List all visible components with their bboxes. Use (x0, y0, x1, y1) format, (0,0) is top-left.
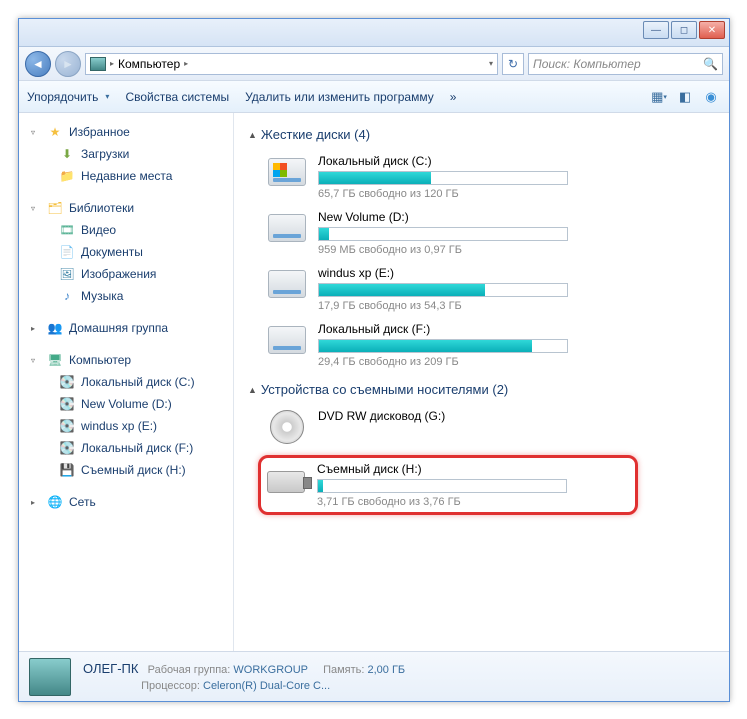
drive-d[interactable]: New Volume (D:) 959 МБ свободно из 0,97 … (266, 210, 715, 256)
collapse-icon: ▲ (248, 130, 257, 140)
chevron-right-icon: ▸ (184, 59, 188, 68)
preview-pane-icon[interactable]: ◧ (675, 88, 695, 106)
usage-bar (318, 171, 568, 185)
music-icon: ♪ (59, 288, 75, 304)
computer-icon: 🖥 (47, 352, 63, 368)
dvd-icon (270, 410, 304, 444)
hdd-icon (268, 158, 306, 186)
sidebar-homegroup[interactable]: ▸👥Домашняя группа (31, 317, 221, 339)
sidebar: ▿★Избранное ⬇Загрузки 📁Недавние места ▿🗂… (19, 113, 234, 651)
sidebar-favorites[interactable]: ▿★Избранное (31, 121, 221, 143)
sidebar-item-music[interactable]: ♪Музыка (31, 285, 221, 307)
usage-bar (318, 339, 568, 353)
drive-e[interactable]: windus xp (E:) 17,9 ГБ свободно из 54,3 … (266, 266, 715, 312)
sidebar-item-drive-c[interactable]: 💽Локальный диск (C:) (31, 371, 221, 393)
drive-g-dvd[interactable]: DVD RW дисковод (G:) (266, 409, 715, 445)
explorer-window: — ◻ ✕ ◄ ► ▸ Компьютер ▸ ▾ ↻ Поиск: Компь… (18, 18, 730, 702)
group-removable[interactable]: ▲Устройства со съемными носителями (2) (248, 378, 715, 405)
usage-bar (317, 479, 567, 493)
sidebar-computer[interactable]: ▿🖥Компьютер (31, 349, 221, 371)
sidebar-item-pictures[interactable]: 🖼Изображения (31, 263, 221, 285)
sidebar-item-downloads[interactable]: ⬇Загрузки (31, 143, 221, 165)
computer-icon (90, 57, 106, 71)
system-properties-button[interactable]: Свойства системы (125, 90, 229, 104)
chevron-right-icon: ▸ (110, 59, 114, 68)
drive-f[interactable]: Локальный диск (F:) 29,4 ГБ свободно из … (266, 322, 715, 368)
documents-icon: 📄 (59, 244, 75, 260)
toolbar: Упорядочить Свойства системы Удалить или… (19, 81, 729, 113)
maximize-button[interactable]: ◻ (671, 21, 697, 39)
usb-drive-icon (267, 471, 305, 493)
computer-name: ОЛЕГ-ПК (83, 661, 138, 676)
usb-icon: 💾 (59, 462, 75, 478)
content-pane: ▲Жесткие диски (4) Локальный диск (C:) 6… (234, 113, 729, 651)
usage-bar (318, 227, 568, 241)
computer-large-icon (29, 658, 71, 696)
search-input[interactable]: Поиск: Компьютер 🔍 (528, 53, 723, 75)
drive-c[interactable]: Локальный диск (C:) 65,7 ГБ свободно из … (266, 154, 715, 200)
sidebar-item-recent[interactable]: 📁Недавние места (31, 165, 221, 187)
sidebar-item-drive-e[interactable]: 💽windus xp (E:) (31, 415, 221, 437)
drive-h-usb[interactable]: Съемный диск (H:) 3,71 ГБ свободно из 3,… (317, 462, 567, 508)
search-icon: 🔍 (703, 57, 718, 71)
disk-icon: 💽 (59, 418, 75, 434)
hdd-icon (268, 214, 306, 242)
sidebar-item-drive-h[interactable]: 💾Съемный диск (H:) (31, 459, 221, 481)
sidebar-libraries[interactable]: ▿🗂Библиотеки (31, 197, 221, 219)
minimize-button[interactable]: — (643, 21, 669, 39)
star-icon: ★ (47, 124, 63, 140)
sidebar-item-drive-d[interactable]: 💽New Volume (D:) (31, 393, 221, 415)
video-icon: 🎞 (59, 222, 75, 238)
sidebar-item-drive-f[interactable]: 💽Локальный диск (F:) (31, 437, 221, 459)
hdd-icon (268, 270, 306, 298)
more-button[interactable]: » (450, 90, 457, 104)
usage-bar (318, 283, 568, 297)
hdd-icon (268, 326, 306, 354)
disk-icon: 💽 (59, 440, 75, 456)
pictures-icon: 🖼 (59, 266, 75, 282)
help-icon[interactable]: ◉ (701, 88, 721, 106)
statusbar: ОЛЕГ-ПК Рабочая группа: WORKGROUP Память… (19, 651, 729, 701)
uninstall-button[interactable]: Удалить или изменить программу (245, 90, 434, 104)
libraries-icon: 🗂 (47, 200, 63, 216)
refresh-button[interactable]: ↻ (502, 53, 524, 75)
dropdown-icon[interactable]: ▾ (489, 59, 493, 68)
search-placeholder: Поиск: Компьютер (533, 57, 641, 71)
close-button[interactable]: ✕ (699, 21, 725, 39)
disk-icon: 💽 (59, 396, 75, 412)
address-location: Компьютер (118, 57, 180, 71)
downloads-icon: ⬇ (59, 146, 75, 162)
forward-button[interactable]: ► (55, 51, 81, 77)
view-icon[interactable]: ▦▾ (649, 88, 669, 106)
highlighted-drive: Съемный диск (H:) 3,71 ГБ свободно из 3,… (258, 455, 638, 515)
back-button[interactable]: ◄ (25, 51, 51, 77)
collapse-icon: ▲ (248, 385, 257, 395)
titlebar[interactable]: — ◻ ✕ (19, 19, 729, 47)
navbar: ◄ ► ▸ Компьютер ▸ ▾ ↻ Поиск: Компьютер 🔍 (19, 47, 729, 81)
homegroup-icon: 👥 (47, 320, 63, 336)
network-icon: 🌐 (47, 494, 63, 510)
sidebar-item-video[interactable]: 🎞Видео (31, 219, 221, 241)
address-bar[interactable]: ▸ Компьютер ▸ ▾ (85, 53, 498, 75)
sidebar-network[interactable]: ▸🌐Сеть (31, 491, 221, 513)
disk-icon: 💽 (59, 374, 75, 390)
group-hdd[interactable]: ▲Жесткие диски (4) (248, 123, 715, 150)
sidebar-item-documents[interactable]: 📄Документы (31, 241, 221, 263)
organize-button[interactable]: Упорядочить (27, 90, 109, 104)
folder-icon: 📁 (59, 168, 75, 184)
